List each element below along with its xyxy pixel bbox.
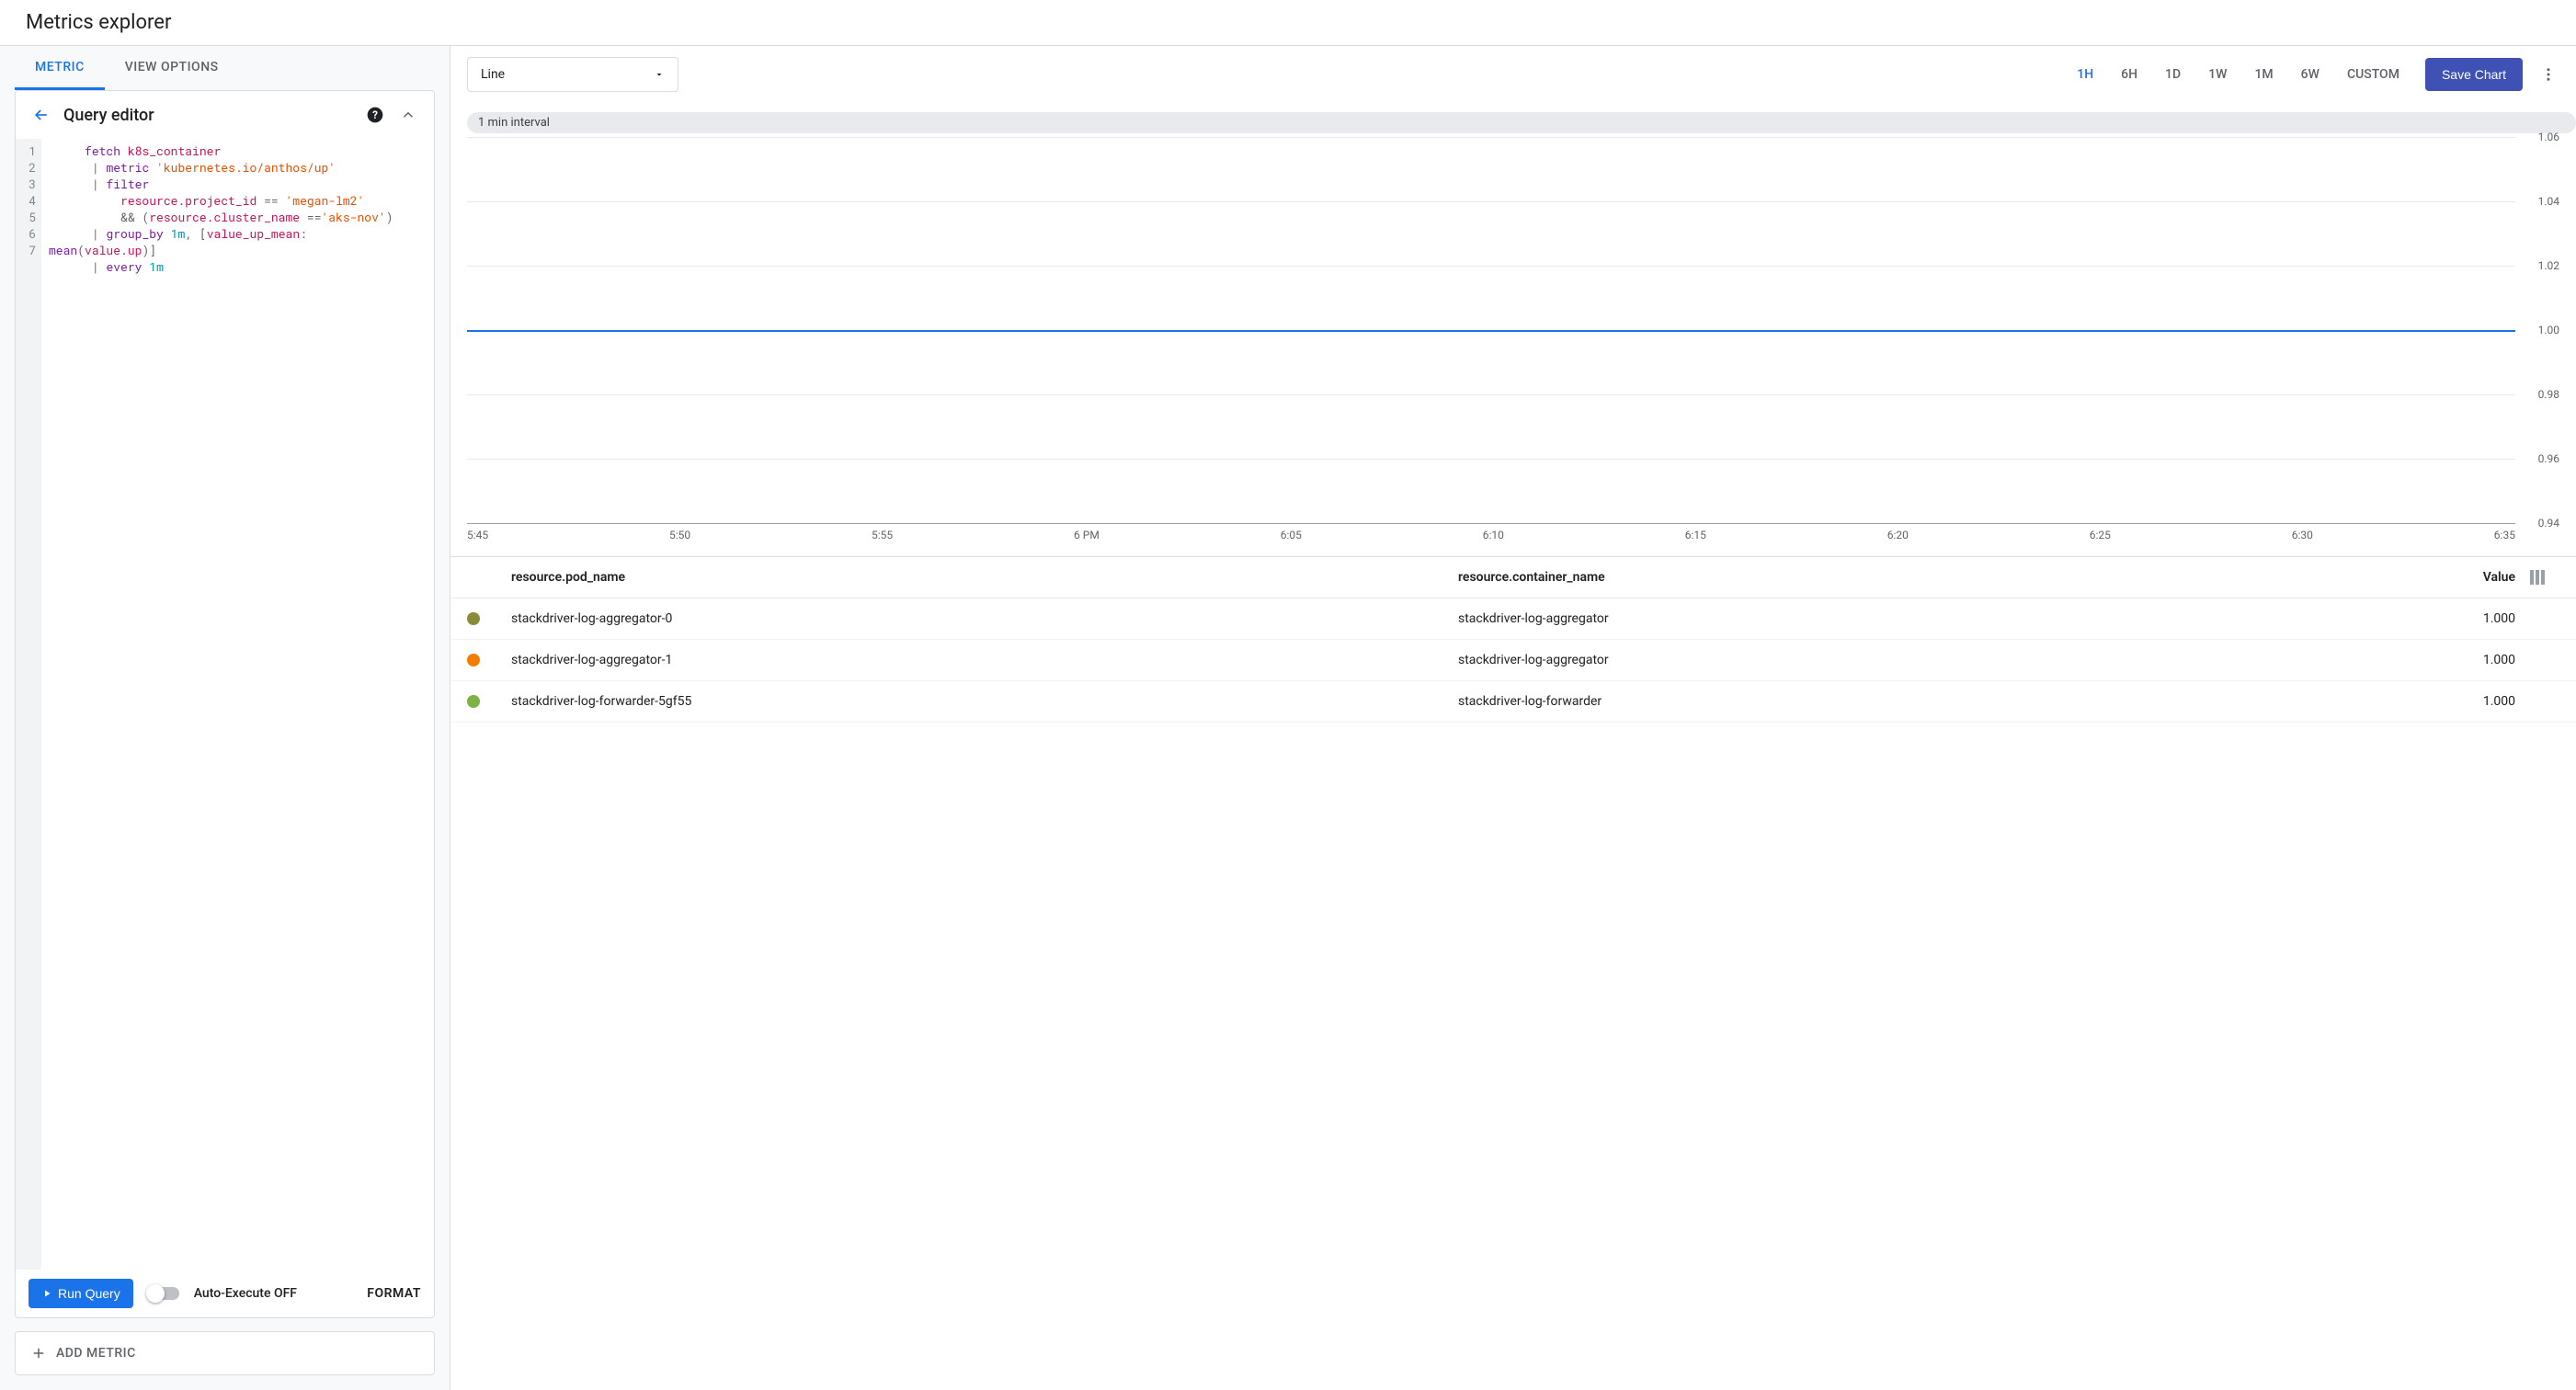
collapse-icon[interactable] bbox=[397, 104, 419, 126]
query-editor-title: Query editor bbox=[63, 106, 154, 125]
x-axis-labels: 5:45 5:50 5:55 6 PM 6:05 6:10 6:15 6:20 6:25 6:30… bbox=[467, 529, 2515, 541]
run-query-button[interactable]: Run Query bbox=[28, 1279, 133, 1308]
back-arrow-icon[interactable] bbox=[30, 104, 52, 126]
chart-type-select[interactable]: Line bbox=[467, 57, 678, 92]
auto-execute-toggle[interactable] bbox=[148, 1287, 179, 1300]
y-axis-label: 1.06 bbox=[2538, 131, 2559, 143]
tab-metric[interactable]: METRIC bbox=[15, 46, 105, 90]
cell-value: 1.000 bbox=[2405, 694, 2515, 709]
right-pane: Line 1H6H1D1W1M6WCUSTOM Save Chart 1 min… bbox=[450, 46, 2576, 1390]
dropdown-icon bbox=[654, 69, 665, 80]
auto-execute-label: Auto-Execute OFF bbox=[194, 1286, 297, 1301]
query-tabs: METRIC VIEW OPTIONS bbox=[15, 46, 435, 90]
x-axis-label: 6:05 bbox=[1281, 529, 1302, 541]
x-axis-label: 6:35 bbox=[2494, 529, 2515, 541]
y-axis-label: 0.98 bbox=[2538, 388, 2559, 401]
query-editor-panel: Query editor ? 1234567 fetch k8s_contain… bbox=[15, 90, 435, 1318]
chart-type-value: Line bbox=[481, 67, 505, 82]
x-axis-label: 5:45 bbox=[467, 529, 488, 541]
x-axis-label: 6:30 bbox=[2292, 529, 2313, 541]
table-row[interactable]: stackdriver-log-aggregator-1stackdriver-… bbox=[450, 640, 2576, 681]
column-chooser-icon[interactable] bbox=[2530, 570, 2545, 585]
col-value: Value bbox=[2405, 570, 2515, 585]
cell-pod-name: stackdriver-log-forwarder-5gf55 bbox=[511, 694, 1458, 709]
x-axis-label: 6:20 bbox=[1887, 529, 1909, 541]
time-range-1w[interactable]: 1W bbox=[2197, 60, 2238, 89]
cell-pod-name: stackdriver-log-aggregator-1 bbox=[511, 653, 1458, 667]
x-axis-label: 6 PM bbox=[1074, 529, 1100, 541]
cell-container-name: stackdriver-log-aggregator bbox=[1458, 653, 2405, 667]
run-query-label: Run Query bbox=[58, 1286, 120, 1301]
x-axis-label: 6:15 bbox=[1685, 529, 1706, 541]
save-chart-button[interactable]: Save Chart bbox=[2425, 58, 2523, 91]
y-axis-label: 1.02 bbox=[2538, 259, 2559, 272]
help-icon[interactable]: ? bbox=[364, 104, 386, 126]
tab-view-options[interactable]: VIEW OPTIONS bbox=[105, 46, 239, 90]
svg-text:?: ? bbox=[372, 108, 378, 121]
col-container-name: resource.container_name bbox=[1458, 570, 2405, 585]
table-header: resource.pod_name resource.container_nam… bbox=[450, 557, 2576, 598]
series-color-dot bbox=[467, 695, 480, 708]
col-pod-name: resource.pod_name bbox=[511, 570, 1458, 585]
add-metric-button[interactable]: ADD METRIC bbox=[15, 1331, 435, 1375]
series-color-dot bbox=[467, 654, 480, 667]
format-button[interactable]: FORMAT bbox=[367, 1286, 421, 1301]
line-gutter: 1234567 bbox=[16, 139, 41, 1270]
x-axis-label: 5:55 bbox=[872, 529, 893, 541]
x-axis-label: 6:10 bbox=[1483, 529, 1504, 541]
y-axis-label: 1.04 bbox=[2538, 195, 2559, 208]
y-axis-label: 0.94 bbox=[2538, 517, 2559, 530]
cell-value: 1.000 bbox=[2405, 611, 2515, 626]
time-range-picker: 1H6H1D1W1M6WCUSTOM bbox=[2066, 60, 2411, 89]
cell-container-name: stackdriver-log-forwarder bbox=[1458, 694, 2405, 709]
y-axis-label: 1.00 bbox=[2538, 324, 2559, 336]
table-row[interactable]: stackdriver-log-aggregator-0stackdriver-… bbox=[450, 598, 2576, 640]
interval-chip: 1 min interval bbox=[467, 112, 2576, 133]
time-range-custom[interactable]: CUSTOM bbox=[2336, 60, 2411, 89]
chart-series-line bbox=[467, 330, 2515, 332]
plus-icon bbox=[30, 1345, 47, 1362]
time-range-1d[interactable]: 1D bbox=[2154, 60, 2192, 89]
add-metric-label: ADD METRIC bbox=[56, 1346, 136, 1361]
time-range-1h[interactable]: 1H bbox=[2066, 60, 2104, 89]
time-range-1m[interactable]: 1M bbox=[2243, 60, 2284, 89]
table-row[interactable]: stackdriver-log-forwarder-5gf55stackdriv… bbox=[450, 681, 2576, 723]
x-axis-label: 5:50 bbox=[669, 529, 690, 541]
left-pane: METRIC VIEW OPTIONS Query editor ? bbox=[0, 46, 450, 1390]
page-title: Metrics explorer bbox=[0, 0, 2576, 46]
series-color-dot bbox=[467, 612, 480, 625]
cell-container-name: stackdriver-log-aggregator bbox=[1458, 611, 2405, 626]
time-range-6w[interactable]: 6W bbox=[2290, 60, 2331, 89]
cell-value: 1.000 bbox=[2405, 653, 2515, 667]
legend-table: resource.pod_name resource.container_nam… bbox=[450, 556, 2576, 723]
chart-toolbar: Line 1H6H1D1W1M6WCUSTOM Save Chart bbox=[450, 46, 2576, 103]
y-axis-label: 0.96 bbox=[2538, 452, 2559, 465]
cell-pod-name: stackdriver-log-aggregator-0 bbox=[511, 611, 1458, 626]
time-range-6h[interactable]: 6H bbox=[2110, 60, 2149, 89]
code-editor[interactable]: fetch k8s_container | metric 'kubernetes… bbox=[41, 139, 434, 1270]
x-axis-label: 6:25 bbox=[2090, 529, 2111, 541]
chart-area[interactable]: 1.061.041.021.000.980.960.94 bbox=[467, 137, 2559, 523]
play-icon bbox=[41, 1288, 52, 1299]
more-menu-icon[interactable] bbox=[2537, 63, 2559, 85]
